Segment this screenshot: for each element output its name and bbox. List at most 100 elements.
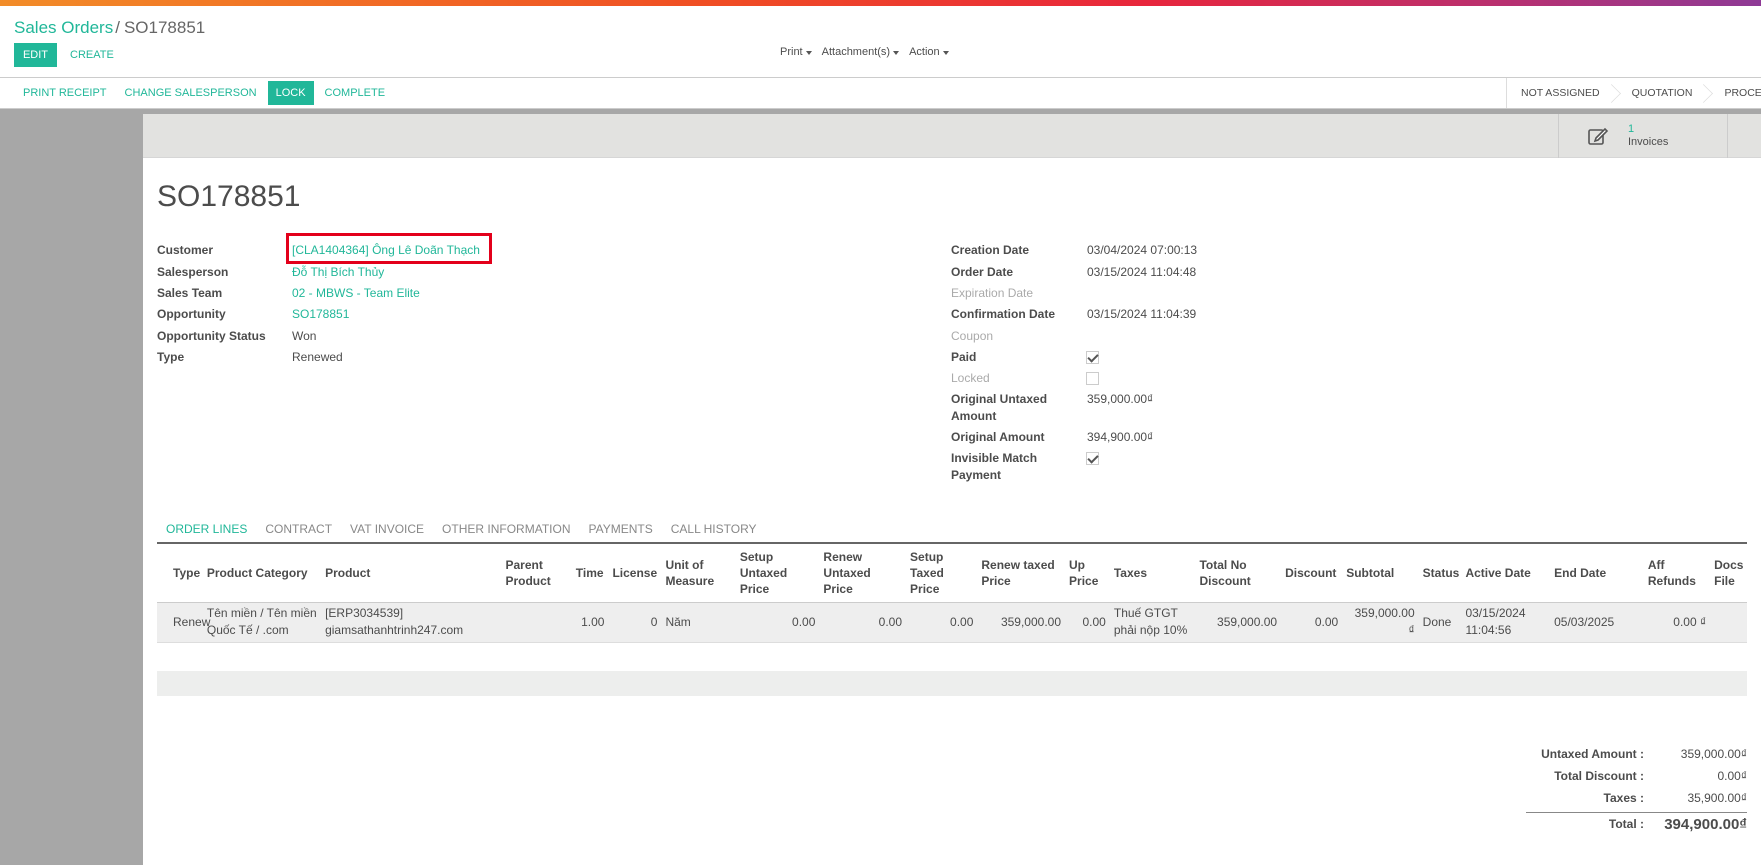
print-dropdown[interactable]: Print <box>780 46 812 58</box>
breadcrumb-sales-orders-link[interactable]: Sales Orders <box>14 18 113 37</box>
create-button[interactable]: CREATE <box>64 43 120 67</box>
column-header[interactable]: License <box>608 544 662 603</box>
cell-type: Renew <box>157 602 210 643</box>
action-dropdown[interactable]: Action <box>909 46 949 58</box>
order-lines-header-row: Type Product Category Product Parent Pro… <box>157 544 1747 603</box>
confirmation-date-value: 03/15/2024 11:04:39 <box>1087 307 1197 321</box>
locked-checkbox[interactable] <box>1086 372 1099 385</box>
paid-label: Paid <box>951 350 977 364</box>
opportunity-status-label: Opportunity Status <box>157 329 266 343</box>
column-header[interactable]: Subtotal <box>1342 544 1419 603</box>
column-header[interactable]: Setup Untaxed Price <box>735 544 820 603</box>
column-header[interactable]: Product <box>321 544 502 603</box>
tab-call-history[interactable]: CALL HISTORY <box>662 517 766 541</box>
column-header[interactable]: Product Category <box>202 544 322 603</box>
form-statusbar: PRINT RECEIPT CHANGE SALESPERSON LOCK CO… <box>0 77 1761 109</box>
statusbar-actions: PRINT RECEIPT CHANGE SALESPERSON LOCK CO… <box>14 81 394 105</box>
cell-up-price: 0.00 <box>1065 602 1110 643</box>
column-header[interactable]: Taxes <box>1109 544 1196 603</box>
cell-time: 1.00 <box>571 602 609 643</box>
column-header[interactable]: Active Date <box>1461 544 1551 603</box>
sales-team-link[interactable]: 02 - MBWS - Team Elite <box>292 286 420 300</box>
breadcrumb-current: SO178851 <box>123 18 206 37</box>
lock-button[interactable]: LOCK <box>267 81 314 105</box>
cell-discount: 0.00 <box>1281 602 1343 643</box>
creation-date-label: Creation Date <box>951 243 1030 257</box>
change-salesperson-button[interactable]: CHANGE SALESPERSON <box>116 81 266 105</box>
tab-vat-invoice[interactable]: VAT INVOICE <box>341 517 433 541</box>
original-untaxed-label-line1: Original Untaxed <box>951 392 1048 406</box>
column-header[interactable]: End Date <box>1550 544 1644 603</box>
column-header[interactable]: Up Price <box>1065 544 1110 603</box>
column-header[interactable]: Setup Taxed Price <box>906 544 978 603</box>
grand-total-label: Total : <box>1608 817 1644 831</box>
customer-label: Customer <box>157 243 214 257</box>
order-lines-table: Type Product Category Product Parent Pro… <box>157 544 1747 643</box>
notebook-tabs: ORDER LINES CONTRACT VAT INVOICE OTHER I… <box>157 517 1747 544</box>
caret-down-icon <box>942 50 949 55</box>
cell-product: [ERP3034539] giamsathanhtrinh247.com <box>321 602 502 643</box>
tab-contract[interactable]: CONTRACT <box>256 517 341 541</box>
stage-not-assigned[interactable]: NOT ASSIGNED <box>1507 78 1618 108</box>
total-discount-value: 0.00₫ <box>1717 769 1747 783</box>
invisible-match-label-line2: Payment <box>951 468 1002 482</box>
opportunity-status-value: Won <box>292 329 317 343</box>
column-header[interactable]: Renew taxed Price <box>977 544 1066 603</box>
tab-other-information[interactable]: OTHER INFORMATION <box>433 517 579 541</box>
total-discount-label: Total Discount : <box>1554 769 1644 783</box>
breadcrumb-separator: / <box>115 18 120 37</box>
invoices-label: Invoices <box>1628 136 1669 148</box>
salesperson-link[interactable]: Đỗ Thị Bích Thủy <box>292 265 384 279</box>
paid-checkbox[interactable] <box>1086 351 1099 364</box>
smart-button-box: 1 Invoices <box>143 114 1761 158</box>
attachments-label: Attachment(s) <box>821 46 891 58</box>
attachments-dropdown[interactable]: Attachment(s) <box>821 46 900 58</box>
column-header[interactable]: Discount <box>1281 544 1343 603</box>
invisible-match-checkbox[interactable] <box>1086 452 1099 465</box>
caret-down-icon <box>893 50 900 55</box>
untaxed-amount-row: Untaxed Amount : 359,000.00₫ <box>1526 743 1747 765</box>
cell-total-no-discount: 359,000.00 <box>1195 602 1282 643</box>
invoices-stat-text: 1 Invoices <box>1628 123 1668 149</box>
cell-subtotal: 359,000.00 ₫ <box>1342 602 1419 643</box>
column-header[interactable]: Total No Discount <box>1195 544 1282 603</box>
column-header[interactable]: Aff Refunds <box>1643 544 1711 603</box>
tab-payments[interactable]: PAYMENTS <box>579 517 661 541</box>
invoices-count: 1 <box>1628 123 1635 135</box>
customer-highlight-box <box>286 233 492 264</box>
salesperson-label: Salesperson <box>157 265 229 279</box>
cell-renew-untaxed: 0.00 <box>819 602 907 643</box>
opportunity-link[interactable]: SO178851 <box>292 307 349 321</box>
sidebar-menus: Print Attachment(s) Action <box>780 46 949 58</box>
print-receipt-button[interactable]: PRINT RECEIPT <box>14 81 116 105</box>
cell-license: 0 <box>608 602 662 643</box>
type-value: Renewed <box>292 350 343 364</box>
caret-down-icon <box>805 50 812 55</box>
stage-quotation[interactable]: QUOTATION <box>1618 78 1711 108</box>
column-header[interactable]: Docs File <box>1710 544 1747 603</box>
grand-total-row: Total : 394,900.00₫ <box>1526 813 1747 835</box>
stage-process[interactable]: PROCESS <box>1710 78 1761 108</box>
creation-date-value: 03/04/2024 07:00:13 <box>1087 243 1198 257</box>
column-header[interactable]: Unit of Measure <box>661 544 736 603</box>
edit-icon <box>1588 127 1609 145</box>
cell-status: Done <box>1418 602 1462 643</box>
column-header[interactable]: Time <box>571 544 609 603</box>
form-sheet: 1 Invoices SO178851 <box>143 114 1761 865</box>
edit-button[interactable]: EDIT <box>14 43 57 67</box>
print-label: Print <box>780 46 803 58</box>
order-totals: Untaxed Amount : 359,000.00₫ Total Disco… <box>1526 743 1747 835</box>
breadcrumb: Sales Orders / SO178851 <box>14 18 205 38</box>
column-header[interactable]: Type <box>157 544 203 603</box>
invoices-stat-button[interactable]: 1 Invoices <box>1558 114 1728 158</box>
column-header[interactable]: Parent Product <box>501 544 572 603</box>
opportunity-label: Opportunity <box>157 307 226 321</box>
action-label: Action <box>909 46 940 58</box>
tab-order-lines[interactable]: ORDER LINES <box>157 517 256 541</box>
column-header[interactable]: Status <box>1418 544 1462 603</box>
table-row[interactable]: Renew Tên miền / Tên miền Quốc Tế / .com… <box>157 602 1747 643</box>
cell-aff-refunds: 0.00 ₫ <box>1643 602 1711 643</box>
complete-button[interactable]: COMPLETE <box>316 81 395 105</box>
order-date-value: 03/15/2024 11:04:48 <box>1087 265 1197 279</box>
column-header[interactable]: Renew Untaxed Price <box>819 544 907 603</box>
